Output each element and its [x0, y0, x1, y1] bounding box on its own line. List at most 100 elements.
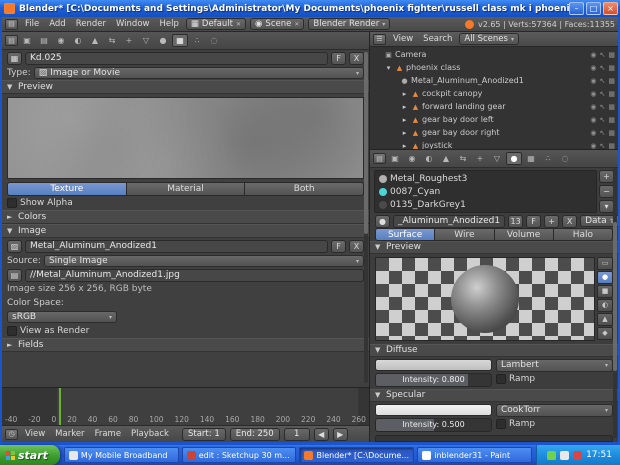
- jump-start-icon[interactable]: ◀: [314, 428, 329, 441]
- specular-ramp-checkbox[interactable]: [496, 419, 506, 429]
- expand-icon[interactable]: ▸: [400, 103, 409, 111]
- preview-sphere-icon[interactable]: ●: [597, 271, 613, 284]
- browse-texture-icon[interactable]: ▦: [7, 52, 22, 65]
- outliner-menu-search[interactable]: Search: [420, 34, 455, 44]
- start-button[interactable]: start: [0, 445, 60, 465]
- expand-icon[interactable]: ▸: [400, 129, 409, 137]
- outliner-item-cockpit-canopy[interactable]: ▸ ▲ cockpit canopy ◉↖▦: [370, 87, 618, 100]
- outliner-item-gear-bay-door-left[interactable]: ▸ ▲ gear bay door left ◉↖▦: [370, 113, 618, 126]
- expand-icon[interactable]: ▸: [400, 90, 409, 98]
- cursor-icon[interactable]: ↖: [600, 77, 606, 85]
- specular-panel-header[interactable]: ▼ Specular: [370, 389, 618, 402]
- fake-user-button[interactable]: F: [331, 240, 346, 253]
- specular-shader-dropdown[interactable]: CookTorr ▾: [496, 404, 613, 417]
- preview-hair-icon[interactable]: ▲: [597, 313, 613, 326]
- modifiers-tab-icon[interactable]: +: [472, 152, 488, 165]
- surface-tab[interactable]: Surface: [375, 228, 435, 241]
- menu-help[interactable]: Help: [156, 19, 181, 29]
- eye-icon[interactable]: ◉: [590, 77, 596, 85]
- volume-tab[interactable]: Volume: [495, 228, 554, 241]
- new-material-button[interactable]: +: [544, 215, 559, 228]
- menu-window[interactable]: Window: [113, 19, 153, 29]
- render-engine-dropdown[interactable]: Blender Render ▾: [308, 18, 390, 30]
- modifiers-tab-icon[interactable]: +: [121, 34, 137, 47]
- diffuse-color-swatch[interactable]: [375, 359, 492, 371]
- preview-material-button[interactable]: Material: [127, 182, 246, 196]
- wire-tab[interactable]: Wire: [435, 228, 494, 241]
- preview-monkey-icon[interactable]: ◐: [597, 299, 613, 312]
- cursor-icon[interactable]: ↖: [600, 129, 606, 137]
- render-restrict-icon[interactable]: ▦: [608, 51, 615, 59]
- render-restrict-icon[interactable]: ▦: [608, 142, 615, 150]
- menu-add[interactable]: Add: [46, 19, 68, 29]
- eye-icon[interactable]: ◉: [590, 51, 596, 59]
- expand-icon[interactable]: ▸: [400, 142, 409, 150]
- collapse-icon[interactable]: ▾: [384, 64, 393, 72]
- timeline-editor-type-icon[interactable]: ◷: [5, 429, 18, 440]
- timeline-menu-playback[interactable]: Playback: [128, 429, 172, 439]
- object-tab-icon[interactable]: ▲: [438, 152, 454, 165]
- outliner-item-forward-landing-gear[interactable]: ▸ ▲ forward landing gear ◉↖▦: [370, 100, 618, 113]
- world-tab-icon[interactable]: ◐: [70, 34, 86, 47]
- outliner-item-phoenix-class[interactable]: ▾ ▲ phoenix class ◉↖▦: [370, 61, 618, 74]
- outliner-menu-view[interactable]: View: [390, 34, 416, 44]
- physics-tab-icon[interactable]: ◌: [206, 34, 222, 47]
- eye-icon[interactable]: ◉: [590, 129, 596, 137]
- texture-tab-icon[interactable]: ▦: [523, 152, 539, 165]
- start-frame-field[interactable]: Start: 1: [182, 428, 226, 441]
- unlink-texture-button[interactable]: X: [349, 52, 364, 65]
- material-name-field[interactable]: _Aluminum_Anodized1: [393, 215, 505, 228]
- close-button[interactable]: ×: [603, 2, 618, 15]
- colors-panel-header[interactable]: ► Colors: [2, 210, 369, 224]
- particles-tab-icon[interactable]: ∴: [540, 152, 556, 165]
- outliner-editor-type-icon[interactable]: ☰: [373, 34, 386, 45]
- current-frame-field[interactable]: 1: [284, 428, 310, 441]
- image-source-dropdown[interactable]: Single Image ▾: [44, 255, 364, 267]
- render-layers-tab-icon[interactable]: ▤: [36, 34, 52, 47]
- preview-panel-header[interactable]: ▼ Preview: [2, 80, 369, 94]
- particles-tab-icon[interactable]: ∴: [189, 34, 205, 47]
- render-restrict-icon[interactable]: ▦: [608, 64, 615, 72]
- show-alpha-checkbox[interactable]: [7, 198, 17, 208]
- material-slot-row[interactable]: 0087_Cyan: [376, 185, 595, 198]
- render-tab-icon[interactable]: ▣: [19, 34, 35, 47]
- preview-world-icon[interactable]: ◆: [597, 327, 613, 340]
- taskbar-task-broadband[interactable]: My Mobile Broadband: [64, 447, 179, 463]
- unlink-image-button[interactable]: X: [349, 240, 364, 253]
- physics-tab-icon[interactable]: ◌: [557, 152, 573, 165]
- cursor-icon[interactable]: ↖: [600, 51, 606, 59]
- filepath-field[interactable]: //Metal_Aluminum_Anodized1.jpg: [25, 269, 364, 282]
- texture-panel-scrollbar[interactable]: [364, 52, 368, 383]
- timeline-menu-view[interactable]: View: [22, 429, 48, 439]
- menu-render[interactable]: Render: [73, 19, 109, 29]
- material-slot-row[interactable]: Metal_Roughest3: [376, 172, 595, 185]
- scene-dropdown[interactable]: ◉ Scene ✕: [250, 18, 304, 30]
- texture-type-dropdown[interactable]: ▨ Image or Movie ▾: [34, 67, 364, 79]
- taskbar-task-paint[interactable]: inblender31 - Paint: [417, 447, 532, 463]
- browse-material-icon[interactable]: ●: [375, 215, 390, 228]
- outliner-item-joystick[interactable]: ▸ ▲ joystick ◉↖▦: [370, 139, 618, 149]
- properties-scrollbar[interactable]: [613, 168, 617, 438]
- constraints-tab-icon[interactable]: ⇆: [104, 34, 120, 47]
- remove-slot-button[interactable]: −: [599, 185, 614, 198]
- render-restrict-icon[interactable]: ▦: [608, 77, 615, 85]
- eye-icon[interactable]: ◉: [590, 64, 596, 72]
- render-restrict-icon[interactable]: ▦: [608, 103, 615, 111]
- fake-user-button[interactable]: F: [331, 52, 346, 65]
- material-tab-icon[interactable]: ●: [506, 152, 522, 165]
- render-restrict-icon[interactable]: ▦: [608, 116, 615, 124]
- render-tab-icon[interactable]: ▣: [387, 152, 403, 165]
- preview-texture-button[interactable]: Texture: [7, 182, 127, 196]
- color-space-dropdown[interactable]: sRGB ▾: [7, 311, 117, 323]
- material-slot-row[interactable]: 0135_DarkGrey1: [376, 198, 595, 211]
- world-tab-icon[interactable]: ◐: [421, 152, 437, 165]
- minimize-button[interactable]: –: [569, 2, 584, 15]
- view-as-render-checkbox[interactable]: [7, 326, 17, 336]
- unlink-material-button[interactable]: X: [562, 215, 577, 228]
- halo-tab[interactable]: Halo: [554, 228, 613, 241]
- editor-type-icon[interactable]: ▤: [373, 153, 386, 164]
- eye-icon[interactable]: ◉: [590, 90, 596, 98]
- object-tab-icon[interactable]: ▲: [87, 34, 103, 47]
- eye-icon[interactable]: ◉: [590, 103, 596, 111]
- add-slot-button[interactable]: +: [599, 170, 614, 183]
